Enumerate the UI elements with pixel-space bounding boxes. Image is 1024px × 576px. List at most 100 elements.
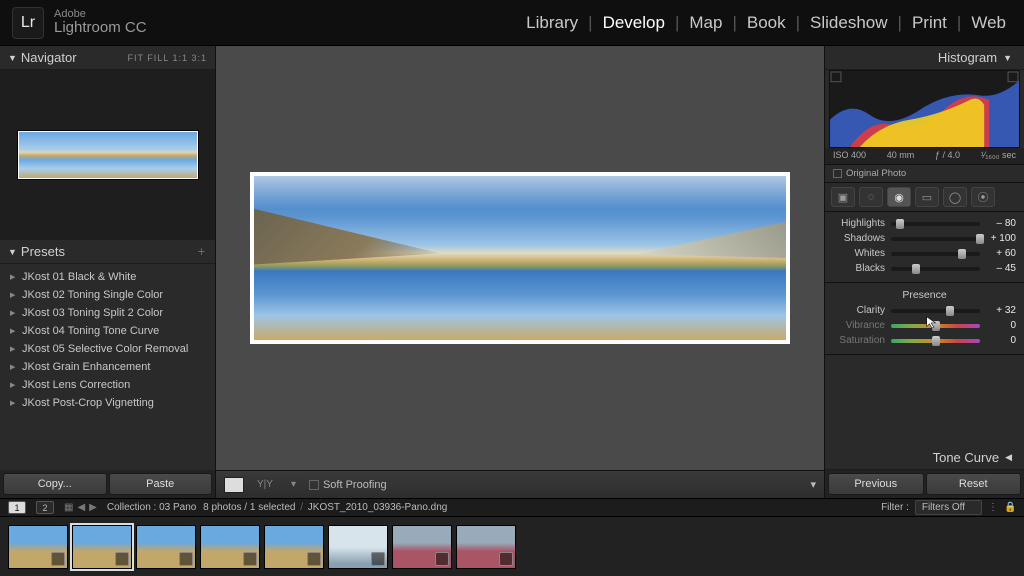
product-name: Lightroom CC <box>54 20 147 37</box>
preset-item[interactable]: JKost Grain Enhancement <box>0 358 215 376</box>
crop-tool[interactable]: ▣ <box>831 187 855 207</box>
histogram-header[interactable]: Histogram ▼ <box>825 46 1024 70</box>
triangle-left-icon: ◀ <box>1005 452 1012 463</box>
toolbar-menu-icon[interactable]: ▾ <box>810 478 816 491</box>
navigator-thumbnail[interactable] <box>18 131 198 179</box>
histogram-graph[interactable] <box>829 70 1020 148</box>
slider-value: 0 <box>986 335 1016 346</box>
preset-item[interactable]: JKost Lens Correction <box>0 376 215 394</box>
right-panel: Histogram ▼ ISO 400 40 mm ƒ / 4.0 ¹⁄₁₆₀₀… <box>824 46 1024 498</box>
slider-highlights[interactable]: Highlights – 80 <box>833 216 1016 231</box>
app-header: Lr Adobe Lightroom CC Library| Develop| … <box>0 0 1024 46</box>
filmstrip-thumb[interactable] <box>8 525 68 569</box>
secondary-display-1[interactable]: 1 <box>8 501 26 514</box>
preset-item[interactable]: JKost 04 Toning Tone Curve <box>0 322 215 340</box>
slider-whites[interactable]: Whites + 60 <box>833 246 1016 261</box>
histogram-title: Histogram <box>833 50 997 65</box>
filmstrip[interactable] <box>0 516 1024 576</box>
photo-canvas[interactable] <box>216 46 824 470</box>
filmstrip-thumb[interactable] <box>264 525 324 569</box>
module-library[interactable]: Library <box>520 13 584 33</box>
preset-item[interactable]: JKost 01 Black & White <box>0 268 215 286</box>
nav-forward-icon[interactable]: ▶ <box>89 502 97 513</box>
slider-label: Shadows <box>833 233 885 244</box>
preset-item[interactable]: JKost 02 Toning Single Color <box>0 286 215 304</box>
module-slideshow[interactable]: Slideshow <box>804 13 894 33</box>
thumb-badge-icon <box>179 552 193 566</box>
left-panel: ▼ Navigator FIT FILL 1:1 3:1 ▼ Presets ＋… <box>0 46 216 498</box>
slider-clarity[interactable]: Clarity + 32 <box>833 303 1016 318</box>
filter-label: Filter : <box>881 502 909 513</box>
soft-proofing-toggle[interactable]: Soft Proofing <box>309 479 387 491</box>
crumb-label: Collection : <box>107 502 156 513</box>
thumb-badge-icon <box>499 552 513 566</box>
tone-curve-header[interactable]: Tone Curve ◀ <box>825 446 1024 470</box>
preset-item[interactable]: JKost 03 Toning Split 2 Color <box>0 304 215 322</box>
module-book[interactable]: Book <box>741 13 792 33</box>
navigator-header[interactable]: ▼ Navigator FIT FILL 1:1 3:1 <box>0 46 215 70</box>
original-photo-label: Original Photo <box>846 168 906 179</box>
module-develop[interactable]: Develop <box>597 13 671 33</box>
nav-back-icon[interactable]: ◀ <box>77 502 85 513</box>
slider-shadows[interactable]: Shadows + 100 <box>833 231 1016 246</box>
app-logo: Lr Adobe Lightroom CC <box>12 7 147 39</box>
filmstrip-thumb[interactable] <box>72 525 132 569</box>
crumb-collection: 03 Pano <box>159 502 196 513</box>
triangle-down-icon: ▼ <box>8 53 17 63</box>
thumb-badge-icon <box>307 552 321 566</box>
slider-value: + 100 <box>986 233 1016 244</box>
navigator-zoom-modes[interactable]: FIT FILL 1:1 3:1 <box>127 53 207 63</box>
slider-value: – 45 <box>986 263 1016 274</box>
filter-select[interactable]: Filters Off <box>915 500 982 515</box>
filmstrip-thumb[interactable] <box>392 525 452 569</box>
module-print[interactable]: Print <box>906 13 953 33</box>
slider-vibrance[interactable]: Vibrance 0 <box>833 318 1016 333</box>
preset-item[interactable]: JKost Post-Crop Vignetting <box>0 394 215 412</box>
radial-tool[interactable]: ◯ <box>943 187 967 207</box>
filmstrip-thumb[interactable] <box>456 525 516 569</box>
preset-item[interactable]: JKost 05 Selective Color Removal <box>0 340 215 358</box>
copy-button[interactable]: Copy... <box>3 473 107 495</box>
slider-blacks[interactable]: Blacks – 45 <box>833 261 1016 276</box>
exif-focal: 40 mm <box>887 150 915 160</box>
loupe-view-button[interactable] <box>224 477 244 493</box>
spot-tool[interactable]: ◌ <box>859 187 883 207</box>
photo-preview[interactable] <box>254 176 786 340</box>
presence-title: Presence <box>833 287 1016 303</box>
module-switcher: Library| Develop| Map| Book| Slideshow| … <box>520 13 1012 33</box>
module-web[interactable]: Web <box>965 13 1012 33</box>
slider-value: + 32 <box>986 305 1016 316</box>
gradient-tool[interactable]: ▭ <box>915 187 939 207</box>
navigator-preview[interactable] <box>0 70 215 240</box>
grid-view-icon[interactable]: ▦ <box>64 502 73 513</box>
exif-iso: ISO 400 <box>833 150 866 160</box>
thumb-badge-icon <box>115 552 129 566</box>
paste-button[interactable]: Paste <box>109 473 213 495</box>
before-after-button[interactable]: Y|Y <box>252 478 278 491</box>
brush-tool[interactable]: ⦿ <box>971 187 995 207</box>
photo-frame <box>250 172 790 344</box>
checkbox-icon <box>833 169 842 178</box>
filmstrip-thumb[interactable] <box>328 525 388 569</box>
original-photo-toggle[interactable]: Original Photo <box>825 164 1024 183</box>
add-preset-icon[interactable]: ＋ <box>197 245 207 258</box>
checkbox-icon <box>309 480 319 490</box>
before-after-split-button[interactable]: ▾ <box>286 478 301 491</box>
soft-proofing-label: Soft Proofing <box>323 479 387 491</box>
filmstrip-breadcrumb[interactable]: Collection : 03 Pano 8 photos / 1 select… <box>107 502 448 513</box>
filter-lock-icon[interactable]: 🔒 <box>1004 502 1016 514</box>
previous-button[interactable]: Previous <box>828 473 924 495</box>
filter-options-icon[interactable]: ⋮ <box>988 502 998 513</box>
presets-header[interactable]: ▼ Presets ＋ <box>0 240 215 264</box>
center-toolbar: Y|Y ▾ Soft Proofing ▾ <box>216 470 824 498</box>
slider-value: + 60 <box>986 248 1016 259</box>
slider-saturation[interactable]: Saturation 0 <box>833 333 1016 348</box>
filmstrip-thumb[interactable] <box>200 525 260 569</box>
redeye-tool[interactable]: ◉ <box>887 187 911 207</box>
reset-button[interactable]: Reset <box>926 473 1022 495</box>
thumb-badge-icon <box>435 552 449 566</box>
filmstrip-thumb[interactable] <box>136 525 196 569</box>
preset-list: JKost 01 Black & White JKost 02 Toning S… <box>0 264 215 470</box>
module-map[interactable]: Map <box>683 13 728 33</box>
secondary-display-2[interactable]: 2 <box>36 501 54 514</box>
